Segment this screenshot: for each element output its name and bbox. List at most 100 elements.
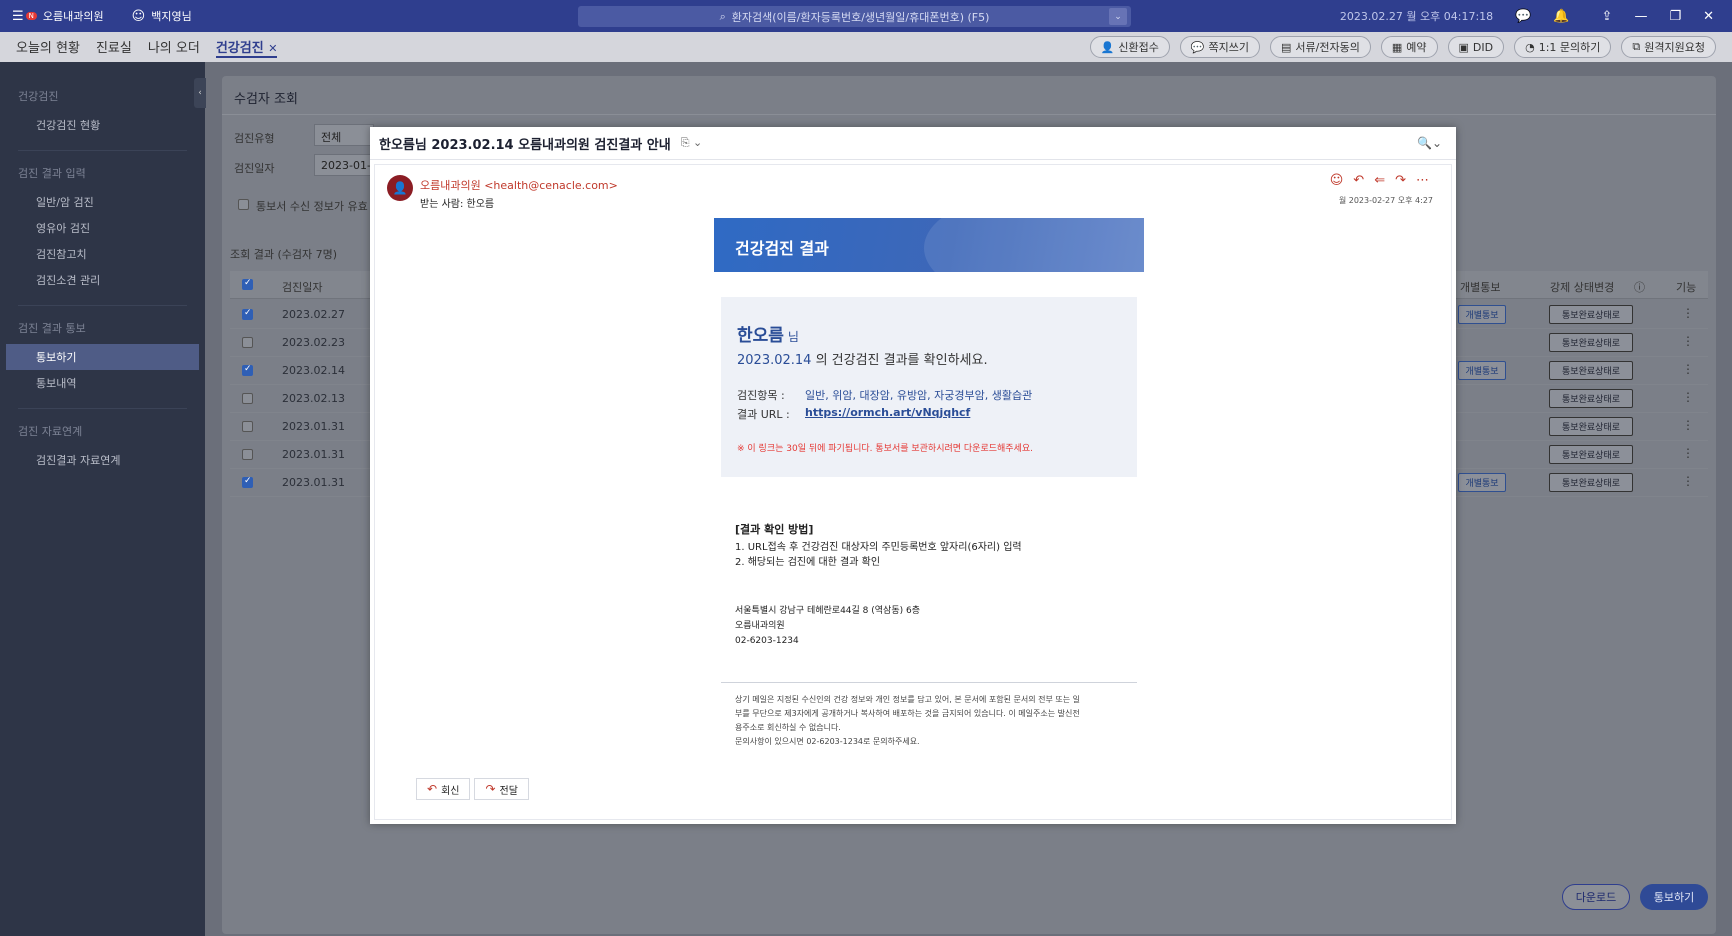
remote-support-button[interactable]: ⧉ 원격지원요청 [1621,36,1716,58]
sidebar-item-reference[interactable]: 검진참고치 [0,241,205,267]
info-icon[interactable]: ⓘ [1634,279,1645,295]
row-checkbox[interactable] [242,308,253,320]
reservation-button[interactable]: ▦ 예약 [1380,36,1438,58]
mark-notified-button[interactable]: 통보완료상태로 [1549,473,1633,492]
row-checkbox[interactable] [242,476,253,488]
individual-notify-button[interactable]: 개별통보 [1458,361,1506,380]
document-icon: ▤ [1281,40,1292,54]
sidebar-item-data-link[interactable]: 검진결과 자료연계 [0,447,205,473]
documents-button[interactable]: ▤ 서류/전자동의 [1270,36,1371,58]
minimize-icon[interactable]: — [1634,9,1647,24]
filter-type-label: 검진유형 [234,132,275,145]
individual-notify-button[interactable]: 개별통보 [1458,305,1506,324]
row-checkbox[interactable] [242,421,253,432]
headset-icon: ◔ [1525,40,1535,54]
tab-clinic[interactable]: 진료실 [96,37,132,58]
how-to-step: 1. URL접속 후 건강검진 대상자의 주민등록번호 앞자리(6자리) 입력 [735,542,1022,553]
more-icon[interactable]: ⋮ [1682,362,1694,376]
row-checkbox[interactable] [242,337,253,348]
forward-icon[interactable]: ↷ [1395,173,1406,188]
mark-notified-button[interactable]: 통보완료상태로 [1549,417,1633,436]
new-patient-button[interactable]: 👤 신환접수 [1089,36,1170,58]
write-note-label: 쪽지쓰기 [1208,41,1250,54]
chat-icon[interactable]: 💬 [1515,9,1531,24]
sidebar: 건강검진 건강검진 현황 검진 결과 입력 일반/암 검진 영유아 검진 검진참… [0,62,206,936]
display-icon: ▣ [1458,40,1469,54]
zoom-icon[interactable]: 🔍⌄ [1417,136,1442,150]
how-to-step: 2. 해당되는 검진에 대한 결과 확인 [735,557,881,568]
hamburger-icon[interactable]: ☰ [12,9,24,24]
row-checkbox[interactable] [242,393,253,404]
filter-type-select[interactable]: 전체 [314,124,374,146]
app-menu[interactable]: ☰ N 오름내과의원 [12,8,104,24]
forward-arrow-icon: ↷ [485,782,496,796]
patient-name: 한오름 님 [737,321,799,346]
bell-icon[interactable]: 🔔 [1553,9,1569,24]
more-icon[interactable]: ⋮ [1682,446,1694,460]
row-checkbox[interactable] [242,449,253,460]
more-icon[interactable]: ⋮ [1682,418,1694,432]
tab-today[interactable]: 오늘의 현황 [16,37,80,58]
row-date: 2023.02.13 [282,392,345,405]
how-to-title: [결과 확인 방법] [735,523,814,536]
collapse-sidebar-icon[interactable]: ‹ [194,78,206,108]
did-button[interactable]: ▣ DID [1447,36,1505,58]
app-name: 오름내과의원 [42,10,104,23]
tag-icon[interactable]: ⎘ ⌄ [681,136,703,150]
close-tab-icon[interactable]: ✕ [268,42,277,55]
tab-my-orders[interactable]: 나의 오더 [148,37,200,58]
more-icon[interactable]: ⋮ [1682,390,1694,404]
mark-notified-button[interactable]: 통보완료상태로 [1549,361,1633,380]
more-icon[interactable]: ⋮ [1682,334,1694,348]
individual-notify-button[interactable]: 개별통보 [1458,473,1506,492]
restore-icon[interactable]: ❐ [1669,9,1681,24]
reply-all-icon[interactable]: ⇐ [1374,173,1385,188]
close-icon[interactable]: ✕ [1703,9,1714,24]
user-menu[interactable]: ☺ 백지영님 [132,8,192,24]
checkup-items-value: 일반, 위암, 대장암, 유방암, 자궁경부암, 생활습관 [805,389,1033,402]
chevron-down-icon[interactable]: ⌄ [1109,8,1127,25]
result-url-link[interactable]: https://ormch.art/vNqjqhcf [805,406,970,419]
reply-label: 회신 [441,785,460,797]
notify-button[interactable]: 통보하기 [1640,884,1708,910]
valid-info-checkbox[interactable] [238,199,249,210]
page-title: 수검자 조회 [234,92,298,107]
upload-icon[interactable]: ⇪ [1602,9,1613,24]
search-placeholder: 환자검색(이름/환자등록번호/생년월일/휴대폰번호) (F5) [731,10,990,24]
valid-info-label: 통보서 수신 정보가 유효 [256,200,368,213]
patient-search-input[interactable]: ⌕ 환자검색(이름/환자등록번호/생년월일/휴대폰번호) (F5) ⌄ [578,6,1131,27]
forward-button[interactable]: ↷ 전달 [474,778,529,800]
row-checkbox[interactable] [242,364,253,376]
documents-label: 서류/전자동의 [1295,41,1360,54]
reservation-label: 예약 [1406,41,1427,54]
inquiry-button[interactable]: ◔ 1:1 문의하기 [1514,36,1612,58]
more-icon[interactable]: ⋮ [1682,306,1694,320]
patient-name-text: 한오름 [737,326,784,346]
message-icon: 💬 [1190,40,1205,54]
mark-notified-button[interactable]: 통보완료상태로 [1549,389,1633,408]
avatar: 👤 [387,175,413,201]
more-options-icon[interactable]: ⋯ [1416,173,1429,188]
mark-notified-button[interactable]: 통보완료상태로 [1549,445,1633,464]
more-icon[interactable]: ⋮ [1682,474,1694,488]
mark-notified-button[interactable]: 통보완료상태로 [1549,305,1633,324]
download-button[interactable]: 다운로드 [1562,884,1630,910]
sidebar-item-notify-history[interactable]: 통보내역 [0,370,205,396]
write-note-button[interactable]: 💬 쪽지쓰기 [1179,36,1261,58]
mark-notified-button[interactable]: 통보완료상태로 [1549,333,1633,352]
nav-bar: 오늘의 현황 진료실 나의 오더 건강검진 ✕ 👤 신환접수 💬 쪽지쓰기 ▤ 서류/… [0,32,1732,62]
sidebar-item-checkup-status[interactable]: 건강검진 현황 [0,112,205,138]
tab-health-checkup[interactable]: 건강검진 ✕ [215,37,278,58]
sidebar-item-general-cancer[interactable]: 일반/암 검진 [0,189,205,215]
address-line: 서울특별시 강남구 테헤란로44길 8 (역삼동) 6층 [735,606,920,616]
reply-button[interactable]: ↶ 회신 [416,778,471,800]
reply-icon[interactable]: ↶ [1353,173,1364,188]
emoji-icon[interactable]: ☺ [1330,173,1344,188]
sidebar-item-notify[interactable]: 통보하기 [6,344,199,370]
filter-date-input[interactable]: 2023-01-27 [314,154,374,176]
select-all-checkbox[interactable] [242,278,253,290]
email-recipient: 받는 사람: 한오름 [420,199,495,210]
column-date: 검진일자 [282,281,323,294]
sidebar-item-findings[interactable]: 검진소견 관리 [0,267,205,293]
sidebar-item-infant[interactable]: 영유아 검진 [0,215,205,241]
